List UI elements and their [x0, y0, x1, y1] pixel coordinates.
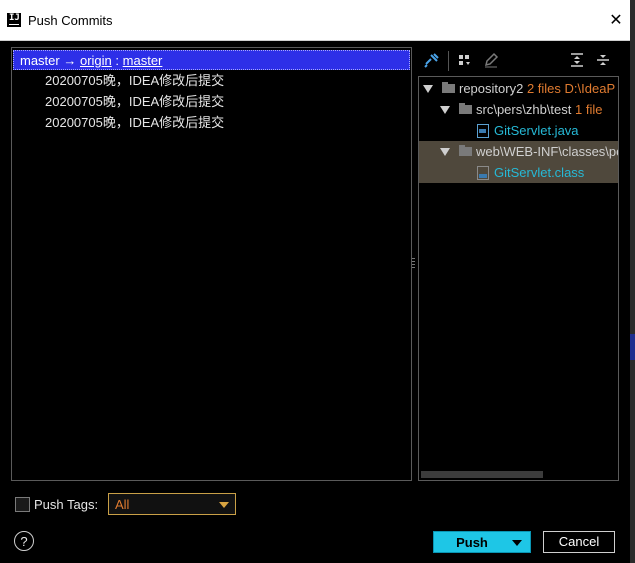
horizontal-scrollbar[interactable] [421, 471, 543, 478]
commit-row[interactable]: 20200705晚，IDEA修改后提交 [45, 92, 224, 112]
tree-node-src-folder[interactable]: src\pers\zhb\test 1 file [419, 99, 618, 120]
expand-all-icon[interactable] [568, 51, 586, 69]
tree-node-java-file[interactable]: GitServlet.java [419, 120, 618, 141]
commit-row[interactable]: 20200705晚，IDEA修改后提交 [45, 71, 224, 91]
changes-tree[interactable]: repository2 2 files D:\IdeaP src\pers\zh… [418, 76, 619, 481]
window-title: Push Commits [28, 13, 113, 28]
file-name: GitServlet.class [494, 165, 585, 180]
expand-arrow-icon[interactable] [423, 85, 433, 93]
folder-name: web\WEB-INF\classes\pe [476, 144, 619, 159]
pin-icon[interactable] [423, 51, 441, 69]
file-count: 1 file [575, 102, 603, 117]
help-icon[interactable]: ? [14, 531, 34, 551]
class-file-icon [477, 166, 489, 180]
tree-node-class-file[interactable]: GitServlet.class [419, 162, 618, 183]
remote-link[interactable]: origin [80, 53, 112, 68]
push-options-chevron-icon[interactable] [512, 540, 522, 546]
splitter-handle[interactable] [412, 258, 415, 270]
file-count: 2 files [526, 81, 561, 96]
push-tags-label: Push Tags: [34, 497, 99, 512]
tree-node-web-folder[interactable]: web\WEB-INF\classes\pe [419, 141, 618, 162]
tree-toolbar [418, 48, 618, 74]
repo-name: repository2 [459, 81, 524, 96]
push-button[interactable]: Push [433, 531, 531, 553]
toolbar-separator [448, 51, 449, 71]
intellij-icon: IJ [7, 13, 21, 27]
tags-dropdown[interactable]: All [108, 493, 236, 515]
folder-icon [459, 145, 472, 156]
arrow: → [63, 53, 77, 68]
folder-icon [459, 103, 472, 114]
chevron-down-icon [219, 502, 229, 508]
tree-node-repository[interactable]: repository2 2 files D:\IdeaP [419, 78, 618, 99]
local-branch: master [20, 53, 60, 68]
expand-arrow-icon[interactable] [440, 148, 450, 156]
remote-branch-link[interactable]: master [123, 53, 163, 68]
commits-list[interactable]: master → origin : master 20200705晚，IDEA修… [11, 47, 412, 481]
folder-icon [442, 82, 455, 93]
push-label: Push [456, 535, 488, 550]
repo-path: D:\IdeaP [564, 81, 616, 96]
separator: : [115, 53, 120, 68]
close-icon[interactable]: ✕ [606, 12, 626, 32]
branch-row[interactable]: master → origin : master [13, 50, 410, 70]
title-bar: IJ Push Commits ✕ [0, 0, 630, 41]
cancel-button[interactable]: Cancel [543, 531, 615, 553]
expand-arrow-icon[interactable] [440, 106, 450, 114]
push-tags-checkbox[interactable] [15, 497, 30, 512]
background-strip [630, 0, 635, 563]
commit-row[interactable]: 20200705晚，IDEA修改后提交 [45, 113, 224, 133]
group-icon[interactable] [456, 51, 474, 69]
edit-icon[interactable] [482, 51, 500, 69]
collapse-all-icon[interactable] [594, 51, 612, 69]
file-name: GitServlet.java [494, 123, 579, 138]
java-file-icon [477, 124, 489, 138]
tags-selected-value: All [115, 497, 130, 512]
folder-name: src\pers\zhb\test [476, 102, 572, 117]
